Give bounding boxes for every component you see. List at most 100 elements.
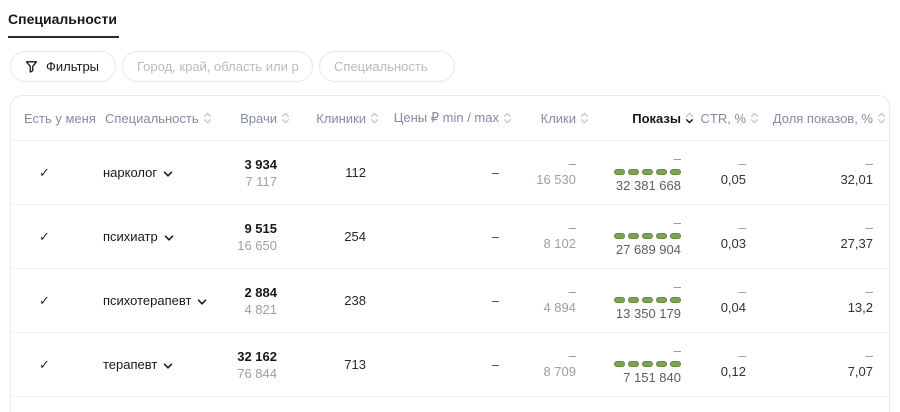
impressions-bar-dash (656, 297, 667, 303)
col-impression-share[interactable]: Доля показов, % (762, 110, 889, 126)
col-specialty[interactable]: Специальность (97, 110, 227, 126)
specialty-label: терапевт (103, 357, 157, 372)
impression-share-cell: – 13,2 (762, 285, 889, 316)
specialty-cell: психиатр (97, 229, 227, 244)
doctors-count: 9 515 (227, 220, 277, 237)
ctr-cell: – 0,12 (697, 349, 762, 380)
clinics-cell: 112 (293, 164, 382, 181)
doctors-count: 2 884 (227, 284, 277, 301)
impressions-bar-dash (628, 233, 639, 239)
ctr-cell: – 0,04 (697, 285, 762, 316)
col-prices[interactable]: Цены ₽ min / max (382, 110, 515, 126)
check-icon: ✓ (39, 165, 50, 180)
impressions-bar-dash (670, 169, 681, 175)
specialty-label: нарколог (103, 165, 157, 180)
prices-cell: – (382, 357, 515, 372)
sort-icon (684, 110, 695, 126)
specialty-label: психиатр (103, 229, 158, 244)
sort-icon (876, 110, 887, 126)
clinics-cell: 254 (293, 228, 382, 245)
col-clinics[interactable]: Клиники (293, 110, 382, 126)
impressions-cell: – 27 689 904 (592, 216, 697, 258)
specialty-toggle[interactable]: психотерапевт (103, 293, 208, 308)
impressions-bar-dash (656, 233, 667, 239)
have-cell: ✓ (11, 229, 97, 245)
sort-icon (579, 110, 590, 126)
impressions-bar-dash (614, 169, 625, 175)
doctors-total: 16 650 (227, 237, 277, 254)
col-doctors[interactable]: Врачи (227, 110, 293, 126)
doctors-total: 7 117 (227, 173, 277, 190)
doctors-cell: 3 934 7 117 (227, 156, 293, 190)
tabs-bar: Специальности (0, 0, 900, 38)
impressions-bar-dash (642, 297, 653, 303)
impressions-bar-dash (670, 361, 681, 367)
col-ctr[interactable]: CTR, % (697, 110, 762, 126)
clinics-cell: 713 (293, 356, 382, 373)
specialty-input[interactable] (319, 51, 455, 82)
funnel-icon (24, 59, 39, 74)
sort-icon (280, 110, 291, 126)
impressions-cell: – 7 151 840 (592, 344, 697, 386)
doctors-total: 4 821 (227, 301, 277, 318)
col-impressions[interactable]: Показы (592, 110, 697, 126)
prices-cell: – (382, 229, 515, 244)
check-icon: ✓ (39, 229, 50, 244)
prices-cell: – (382, 165, 515, 180)
filters-button[interactable]: Фильтры (10, 51, 116, 82)
doctors-count: 32 162 (227, 348, 277, 365)
impressions-bar-dash (642, 169, 653, 175)
table-row: ✓ психиатр 9 515 16 650 254 – – 8 102 – … (11, 205, 889, 269)
specialty-toggle[interactable]: терапевт (103, 357, 174, 372)
clinics-cell: 238 (293, 292, 382, 309)
table-row: ✓ терапевт 32 162 76 844 713 – – 8 709 –… (11, 333, 889, 397)
col-clicks[interactable]: Клики (515, 110, 592, 126)
prices-cell: – (382, 293, 515, 308)
filters-button-label: Фильтры (46, 59, 99, 74)
region-input[interactable] (122, 51, 313, 82)
impressions-bar-dash (670, 297, 681, 303)
impressions-bars (592, 169, 681, 175)
tab-specialties[interactable]: Специальности (8, 11, 119, 38)
specialties-table: Есть у меня Специальность Врачи Клиники … (10, 95, 890, 412)
specialty-cell: терапевт (97, 357, 227, 372)
impressions-cell: – 13 350 179 (592, 280, 697, 322)
table-row: ✓ нарколог 3 934 7 117 112 – – 16 530 – … (11, 141, 889, 205)
sort-icon (749, 110, 760, 126)
have-cell: ✓ (11, 293, 97, 309)
chevron-down-icon (196, 296, 208, 308)
filters-row: Фильтры (10, 51, 900, 82)
clicks-cell: – 8 102 (515, 221, 592, 252)
doctors-cell: 9 515 16 650 (227, 220, 293, 254)
impressions-bar-dash (656, 361, 667, 367)
impression-share-cell: – 27,37 (762, 221, 889, 252)
chevron-down-icon (162, 360, 174, 372)
impressions-bar-dash (656, 169, 667, 175)
impressions-bars (592, 361, 681, 367)
specialty-toggle[interactable]: нарколог (103, 165, 174, 180)
impressions-cell: – 32 381 668 (592, 152, 697, 194)
impressions-bar-dash (614, 361, 625, 367)
sort-icon (369, 110, 380, 126)
impression-share-cell: – 32,01 (762, 157, 889, 188)
clicks-cell: – 4 894 (515, 285, 592, 316)
specialty-cell: нарколог (97, 165, 227, 180)
impressions-bar-dash (628, 361, 639, 367)
table-row: ✓ психотерапевт 2 884 4 821 238 – – 4 89… (11, 269, 889, 333)
ctr-cell: – 0,05 (697, 157, 762, 188)
doctors-total: 76 844 (227, 365, 277, 382)
specialty-toggle[interactable]: психиатр (103, 229, 175, 244)
impressions-bar-dash (614, 297, 625, 303)
impression-share-cell: – 7,07 (762, 349, 889, 380)
sort-icon (502, 110, 513, 126)
doctors-cell: 2 884 4 821 (227, 284, 293, 318)
impressions-bar-dash (628, 297, 639, 303)
check-icon: ✓ (39, 293, 50, 308)
impressions-bar-dash (642, 361, 653, 367)
sort-icon (202, 110, 213, 126)
impressions-bars (592, 297, 681, 303)
impressions-bar-dash (670, 233, 681, 239)
ctr-cell: – 0,03 (697, 221, 762, 252)
clicks-cell: – 8 709 (515, 349, 592, 380)
impressions-bar-dash (642, 233, 653, 239)
